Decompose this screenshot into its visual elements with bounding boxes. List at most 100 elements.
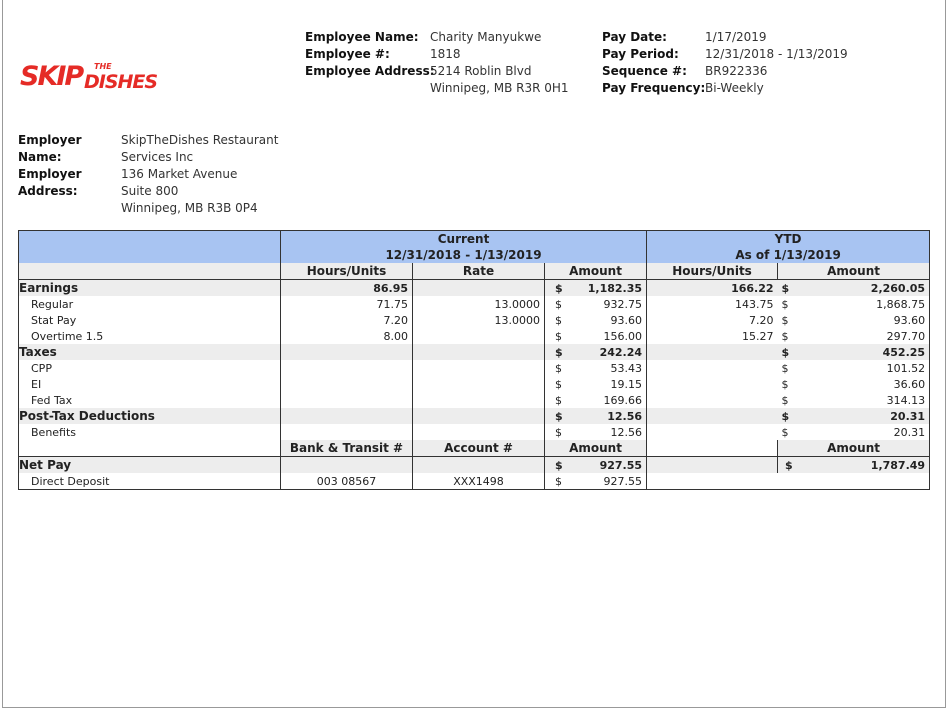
employee-number-label: Employee #: [305,47,390,61]
table-row: EI $ 19.15 $ 36.60 [18,376,930,392]
empty-cell [647,360,778,376]
empty-cell [647,424,778,440]
employer-name-line1: SkipTheDishes Restaurant [121,133,279,147]
net-pay-amount: 927.55 [568,456,648,473]
earnings-amount: 1,182.35 [568,279,648,296]
employee-name-label: Employee Name: [305,30,419,44]
tax-item-label: Fed Tax [18,392,281,408]
earnings-item-rate: 13.0000 [412,296,545,312]
earnings-hours: 86.95 [280,279,413,296]
logo-dishes-text: DISHES [84,71,158,93]
net-colhdr-ytd-blank [646,440,779,457]
table-row: Overtime 1.5 8.00 $ 156.00 15.27 $ 297.7… [18,328,930,344]
earnings-rate [412,279,545,296]
col-hours-header: Hours/Units [280,263,413,280]
current-title: Current [280,230,648,247]
tax-item-ytd-amount: 101.52 [886,361,926,375]
deposit-account: XXX1498 [412,473,545,490]
earnings-section-row: Earnings 86.95 $ 1,182.35 166.22 $ 2,260… [18,279,930,296]
earnings-item-amount: 932.75 [568,296,648,312]
taxes-ytd-amount: 452.25 [799,344,930,360]
earnings-item-ytd-amount: 1,868.75 [876,297,926,311]
earnings-item-rate: 13.0000 [412,312,545,328]
taxes-hours [280,344,413,360]
earnings-item-ytd-hours: 15.27 [742,329,774,343]
currency-sign: $ [781,377,789,391]
employee-address-line1: 5214 Roblin Blvd [430,64,532,78]
employee-address-line2: Winnipeg, MB R3R 0H1 [430,81,569,95]
employer-address-line1: 136 Market Avenue [121,167,238,181]
ytd-title: YTD [646,230,930,247]
earnings-ytd-amount: 2,260.05 [799,279,930,296]
taxes-ytd-hours [646,344,778,360]
colhdr-blank [18,263,281,280]
deductions-amount: 12.56 [568,408,648,424]
empty-cell [280,360,413,376]
sequence-label: Sequence #: [602,64,687,78]
pay-period: 12/31/2018 - 1/13/2019 [705,47,848,61]
currency-sign: $ [781,329,789,343]
deduction-item-ytd-amount: 20.31 [893,425,926,439]
header-blank [18,230,281,263]
current-range: 12/31/2018 - 1/13/2019 [280,247,648,263]
earnings-item-amount: 93.60 [568,312,648,328]
employer-address-line3: Winnipeg, MB R3B 0P4 [121,201,258,215]
empty-cell [280,408,413,424]
employee-number: 1818 [430,47,461,61]
tax-item-amount: 169.66 [568,392,648,408]
earnings-item-rate [412,328,545,344]
period-header-row: Current YTD [18,230,930,263]
column-header-row: Hours/Units Rate Amount Hours/Units Amou… [18,263,930,280]
sequence-number: BR922336 [705,64,768,78]
currency-sign: $ [781,393,789,407]
col-ytd-hours-header: Hours/Units [646,263,779,280]
empty-cell [412,392,545,408]
currency-sign: $ [555,393,562,407]
employer-address-label-line2: Address: [18,184,78,198]
taxes-section-row: Taxes $ 242.24 $ 452.25 [18,344,930,360]
currency-sign: $ [555,377,562,391]
currency-sign: $ [781,361,789,375]
empty-cell [280,424,413,440]
employer-name-line2: Services Inc [121,150,194,164]
empty-cell [412,408,545,424]
currency-sign: $ [555,361,562,375]
employee-address-label: Employee Address: [305,64,435,78]
net-pay-section-row: Net Pay $ 927.55 $ 1,787.49 [18,456,930,473]
col-bank-header: Bank & Transit # [280,440,413,457]
empty-cell [412,376,545,392]
tax-item-amount: 53.43 [568,360,648,376]
pay-labels: Pay Date: Pay Period: Sequence #: Pay Fr… [602,29,705,97]
empty-cell [646,456,779,473]
currency-sign: $ [544,344,569,360]
deductions-section-row: Post-Tax Deductions $ 12.56 $ 20.31 [18,408,930,424]
earnings-ytd-hours: 166.22 [646,279,778,296]
col-account-header: Account # [412,440,545,457]
currency-sign: $ [555,297,562,311]
net-column-header-row: Bank & Transit # Account # Amount Amount [18,440,930,457]
table-row: Fed Tax $ 169.66 $ 314.13 [18,392,930,408]
currency-sign: $ [544,279,569,296]
employer-address-label-line1: Employer [18,167,82,181]
currency-sign: $ [777,344,800,360]
empty-cell [647,376,778,392]
earnings-item-ytd-hours: 7.20 [749,313,774,327]
employer-name-label-line2: Name: [18,150,62,164]
logo-the-text: THE [94,62,112,71]
employee-values: Charity Manyukwe 1818 5214 Roblin Blvd W… [430,29,569,97]
empty-cell [647,473,778,490]
pay-stub-table: Current YTD 12/31/2018 - 1/13/2019 As of… [18,230,931,490]
currency-sign: $ [781,313,789,327]
empty-cell [280,456,413,473]
logo-skip-text: SKIP [20,61,84,92]
deposit-bank-transit: 003 08567 [280,473,413,490]
earnings-item-hours: 8.00 [280,328,413,344]
employer-name-label-line1: Employer [18,133,82,147]
empty-cell [647,392,778,408]
tax-item-amount: 19.15 [568,376,648,392]
currency-sign: $ [777,456,800,473]
employer-address-line2: Suite 800 [121,184,179,198]
pay-date: 1/17/2019 [705,30,767,44]
deposit-label: Direct Deposit [18,473,281,490]
currency-sign: $ [555,425,562,439]
